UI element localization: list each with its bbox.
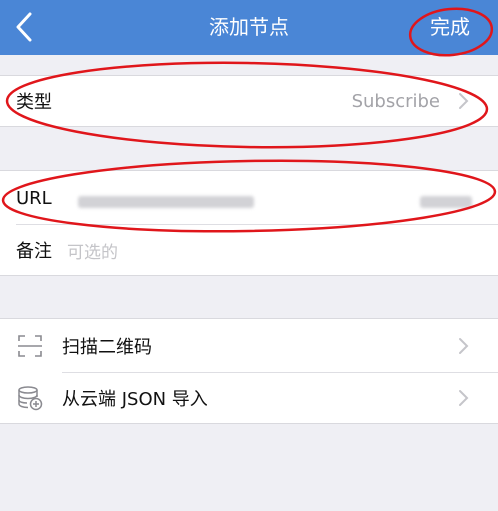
scan-qr-icon (18, 335, 42, 357)
done-button[interactable]: 完成 (430, 0, 470, 55)
chevron-right-icon (459, 338, 469, 354)
scan-qr-label: 扫描二维码 (62, 337, 152, 358)
type-label: 类型 (16, 92, 52, 113)
type-value: Subscribe (351, 90, 440, 112)
url-row[interactable]: URL (0, 173, 498, 223)
chevron-right-icon (459, 390, 469, 406)
nav-bar: 添加节点 完成 (0, 0, 498, 55)
remark-placeholder: 可选的 (67, 242, 118, 263)
url-label: URL (16, 187, 52, 209)
type-group: 类型 Subscribe (0, 75, 498, 127)
chevron-right-icon (459, 93, 469, 109)
url-value-redacted (78, 196, 254, 208)
remark-row[interactable]: 备注 可选的 (0, 225, 498, 275)
import-json-label: 从云端 JSON 导入 (62, 389, 208, 410)
url-group: URL 备注 可选的 (0, 170, 498, 276)
cloud-database-icon (18, 386, 43, 411)
scan-qr-row[interactable]: 扫描二维码 (0, 321, 498, 371)
page-title: 添加节点 (209, 15, 289, 39)
url-value-redacted-end (420, 196, 472, 208)
actions-group: 扫描二维码 从云端 JSON 导入 (0, 318, 498, 424)
type-row[interactable]: 类型 Subscribe (0, 76, 498, 126)
remark-label: 备注 (16, 241, 52, 262)
import-json-row[interactable]: 从云端 JSON 导入 (0, 373, 498, 423)
